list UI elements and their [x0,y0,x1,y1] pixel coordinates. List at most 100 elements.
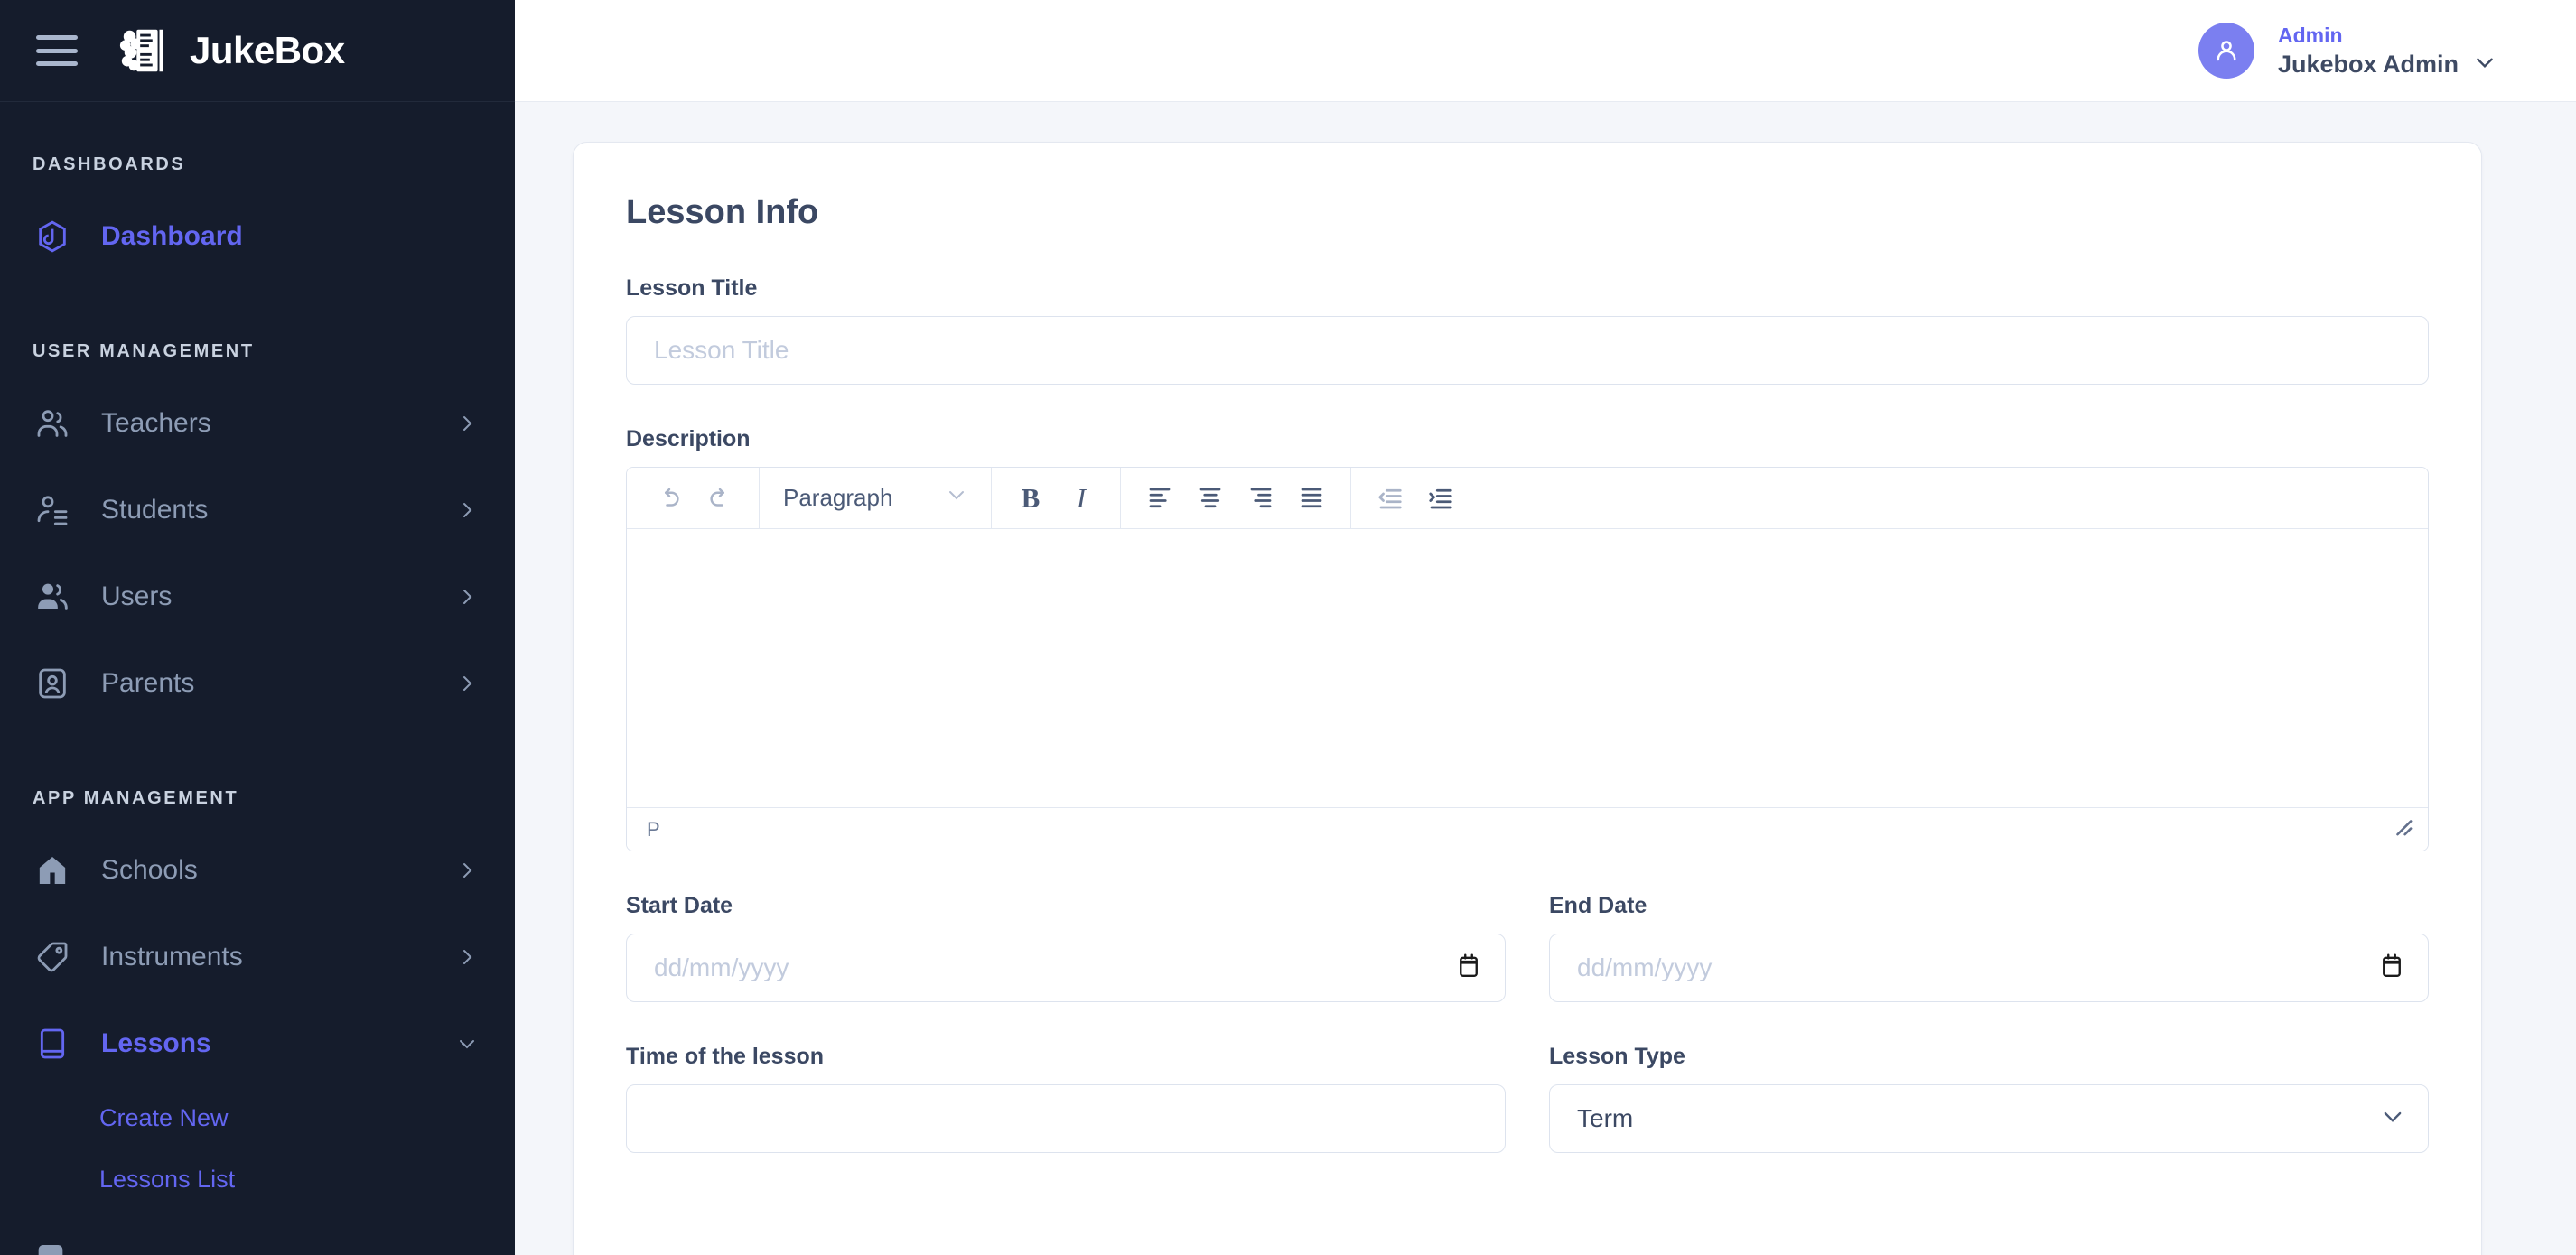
toolbar-group-indent [1351,468,1479,528]
dates-row: Start Date dd/mm/yyyy End Date dd/mm/yyy… [626,893,2429,1044]
user-menu[interactable]: Admin Jukebox Admin [2198,23,2497,79]
block-format-select[interactable]: Paragraph [776,476,975,521]
chevron-right-icon [455,412,479,435]
sidebar-item-instruments[interactable]: Instruments [0,914,515,1000]
sidebar-section-app-management: APP MANAGEMENT [33,788,239,808]
italic-label: I [1076,481,1087,514]
chevron-right-icon [455,859,479,882]
main-region: Admin Jukebox Admin Lesson Info Lesson T… [515,0,2576,1255]
sidebar-item-lessons[interactable]: Lessons [0,1000,515,1087]
avatar [2198,23,2254,79]
sidebar-item-label: Users [101,581,173,611]
user-filled-icon [33,577,72,617]
topbar: Admin Jukebox Admin [515,0,2576,102]
sidebar-header: JukeBox [0,0,515,102]
start-date-input[interactable] [626,934,1506,1002]
user-list-icon [33,490,72,530]
end-date-label: End Date [1549,893,1647,918]
lesson-info-card: Lesson Info Lesson Title Description [573,142,2482,1255]
undo-icon[interactable] [647,476,692,521]
editor-body[interactable] [627,529,2428,807]
sidebar-section-dashboards: DASHBOARDS [33,154,186,174]
brand-logo-icon [117,23,173,79]
rich-text-editor: Paragraph B I P [626,467,2429,851]
end-date-input[interactable] [1549,934,2429,1002]
time-of-lesson-group: Time of the lesson [626,1044,1506,1153]
sidebar-item-students[interactable]: Students [0,467,515,553]
time-of-lesson-input[interactable] [626,1084,1506,1153]
lesson-type-select[interactable]: Term [1549,1084,2429,1153]
block-format-value: Paragraph [783,484,893,511]
sidebar-item-partial[interactable] [0,1241,515,1255]
sidebar-item-label: Teachers [101,408,211,438]
lesson-type-label: Lesson Type [1549,1044,1685,1069]
end-date-group: End Date [1549,893,2429,1002]
sidebar-item-label: Instruments [101,942,243,971]
book-icon [33,1024,72,1064]
lesson-type-value: Term [1577,1104,1634,1132]
sidebar-section-user-management: USER MANAGEMENT [33,341,255,361]
user-card-icon [33,664,72,703]
lesson-title-input[interactable] [626,316,2429,385]
hexagon-logo-icon [33,217,72,256]
outdent-icon[interactable] [1367,476,1413,521]
chevron-right-icon [455,585,479,609]
sidebar-nav: DASHBOARDS Dashboard USER MANAGEMENT Tea… [0,102,515,1255]
bold-button[interactable]: B [1008,476,1053,521]
resize-grip-icon[interactable] [2392,815,2415,843]
partial-icon [38,1245,63,1255]
users-group-icon [33,404,72,443]
sidebar-item-label: Dashboard [101,221,243,251]
bold-label: B [1021,481,1041,514]
sidebar-subitem-lessons-list[interactable]: Lessons List [0,1148,515,1210]
align-center-icon[interactable] [1188,476,1233,521]
time-of-lesson-label: Time of the lesson [626,1044,825,1069]
lesson-title-label: Lesson Title [626,275,758,301]
align-justify-icon[interactable] [1289,476,1334,521]
sidebar-item-label: Parents [101,668,195,698]
home-icon [33,851,72,890]
page-title: Lesson Info [626,193,819,231]
align-right-icon[interactable] [1238,476,1283,521]
editor-toolbar: Paragraph B I [627,468,2428,529]
italic-button[interactable]: I [1059,476,1104,521]
chevron-down-icon [946,484,967,512]
chevron-right-icon [455,498,479,522]
start-date-label: Start Date [626,893,733,918]
sidebar-subitem-create-new[interactable]: Create New [0,1087,515,1148]
sidebar-item-schools[interactable]: Schools [0,827,515,914]
tag-icon [33,937,72,977]
user-name: Jukebox Admin [2277,50,2459,78]
toolbar-group-align [1121,468,1351,528]
sidebar-item-dashboard[interactable]: Dashboard [0,193,515,280]
align-left-icon[interactable] [1137,476,1182,521]
start-date-group: Start Date [626,893,1506,1002]
sidebar: JukeBox DASHBOARDS Dashboard USER MANAGE… [0,0,515,1255]
chevron-down-icon [455,1032,479,1055]
lesson-title-group: Lesson Title [626,275,2429,385]
indent-icon[interactable] [1418,476,1463,521]
app-root: JukeBox DASHBOARDS Dashboard USER MANAGE… [0,0,2576,1255]
chevron-right-icon [455,945,479,969]
sidebar-item-users[interactable]: Users [0,553,515,640]
brand-name: JukeBox [190,29,345,71]
sidebar-item-label: Students [101,495,209,525]
time-type-row: Time of the lesson Lesson Type Term [626,1044,2429,1195]
toolbar-group-style: B I [992,468,1121,528]
sidebar-item-teachers[interactable]: Teachers [0,380,515,467]
sidebar-item-label: Lessons [101,1028,211,1058]
sidebar-item-parents[interactable]: Parents [0,640,515,727]
description-group: Description Paragraph B I P [626,426,2429,851]
content-area: Lesson Info Lesson Title Description [515,102,2576,1255]
toolbar-group-history [627,468,760,528]
editor-statusbar: P [627,807,2428,851]
description-label: Description [626,426,751,451]
editor-element-path: P [647,817,660,841]
brand[interactable]: JukeBox [117,23,345,79]
sidebar-item-label: Schools [101,855,198,885]
chevron-right-icon [455,672,479,695]
redo-icon[interactable] [697,476,742,521]
hamburger-menu-icon[interactable] [36,35,78,66]
toolbar-group-format: Paragraph [760,468,992,528]
chevron-down-icon[interactable] [2473,51,2497,79]
